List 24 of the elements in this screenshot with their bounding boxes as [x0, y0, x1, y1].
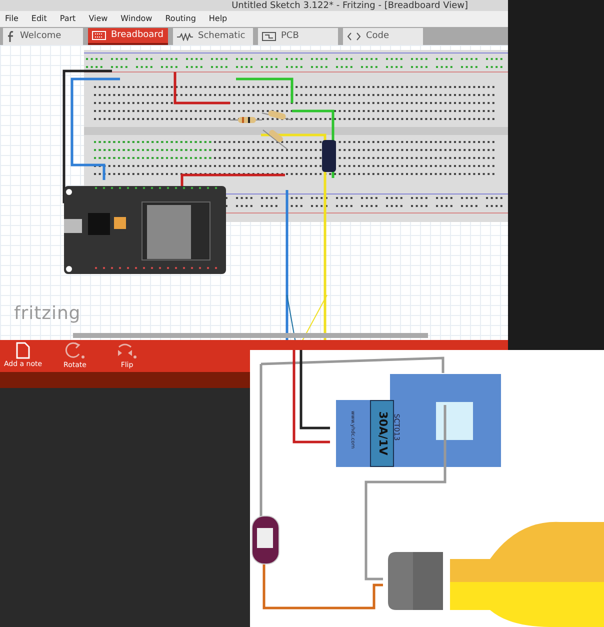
menu-item[interactable]: Edit	[31, 13, 47, 25]
menu-item[interactable]: View	[88, 13, 108, 25]
note-icon	[16, 342, 30, 360]
view-tab[interactable]: Breadboard	[88, 28, 168, 45]
fritzing-f-icon	[7, 30, 15, 42]
code-icon	[347, 32, 361, 41]
window-title: Untitled Sketch 3.122* - Fritzing - [Breadboard View]	[232, 1, 468, 11]
resistor-symbol-icon	[177, 32, 193, 40]
breadboard-icon	[92, 31, 106, 40]
view-tab[interactable]: PCB	[258, 28, 338, 45]
menu-item[interactable]: Part	[60, 13, 76, 25]
view-tab[interactable]: Schematic	[173, 28, 253, 45]
flip-icon	[116, 342, 138, 360]
rotate-icon	[64, 342, 86, 360]
menu-item[interactable]: File	[5, 13, 18, 25]
fritzing-logo: fritzing	[14, 302, 81, 326]
menu-item[interactable]: Routing	[165, 13, 196, 25]
menu-item[interactable]: Help	[208, 13, 228, 25]
sensor-rating-label: 30A/1V	[370, 400, 394, 467]
menu-item[interactable]: Window	[120, 13, 152, 25]
pcb-icon	[262, 32, 276, 41]
horizontal-scrollbar[interactable]	[73, 333, 428, 338]
view-tab[interactable]: Welcome	[3, 28, 83, 45]
view-tab[interactable]: Code	[343, 28, 423, 45]
